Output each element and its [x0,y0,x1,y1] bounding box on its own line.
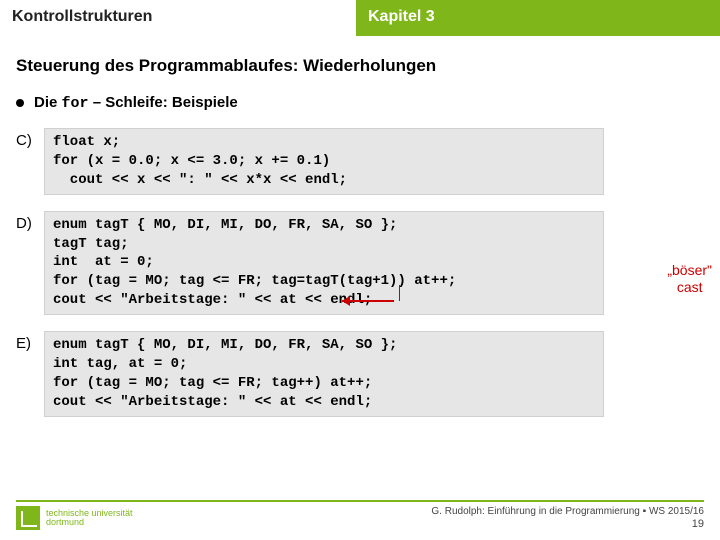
example-c: C) float x; for (x = 0.0; x <= 3.0; x +=… [16,128,704,195]
tu-dortmund-logo: technische universität dortmund [16,506,133,530]
annotation-line2: cast [677,279,703,295]
page-number: 19 [431,518,704,530]
footer: technische universität dortmund G. Rudol… [0,500,720,540]
bullet-text: Die for – Schleife: Beispiele [34,94,238,112]
chapter-title: Kapitel 3 [356,0,720,36]
logo-text: technische universität dortmund [46,509,133,528]
section-title: Steuerung des Programmablaufes: Wiederho… [16,56,704,76]
logo-mark-icon [16,506,40,530]
breadcrumb-left: Kontrollstrukturen [0,0,356,36]
code-block-e: enum tagT { MO, DI, MI, DO, FR, SA, SO }… [44,331,604,417]
example-label-e: E) [16,331,44,352]
credit-text: G. Rudolph: Einführung in die Programmie… [431,506,704,517]
footer-rule [16,500,704,502]
annotation-boeser-cast: „böser" cast [667,262,712,296]
arrow-head-icon [342,296,350,306]
example-label-d: D) [16,211,44,232]
uni-name-line2: dortmund [46,517,84,527]
annotation-line1: „böser" [667,262,712,278]
code-block-d: enum tagT { MO, DI, MI, DO, FR, SA, SO }… [44,211,604,315]
bullet-prefix: Die [34,94,62,111]
example-label-c: C) [16,128,44,149]
arrow-icon [342,294,400,308]
footer-credit: G. Rudolph: Einführung in die Programmie… [431,506,704,530]
slide: Kontrollstrukturen Kapitel 3 Steuerung d… [0,0,720,540]
code-block-c: float x; for (x = 0.0; x <= 3.0; x += 0.… [44,128,604,195]
bullet-keyword: for [62,95,89,112]
bullet-icon [16,99,24,107]
example-e: E) enum tagT { MO, DI, MI, DO, FR, SA, S… [16,331,704,417]
bullet-item: Die for – Schleife: Beispiele [16,94,704,112]
content-area: Steuerung des Programmablaufes: Wiederho… [16,56,704,417]
bullet-suffix: – Schleife: Beispiele [89,94,238,111]
arrow-vertical [399,285,401,301]
